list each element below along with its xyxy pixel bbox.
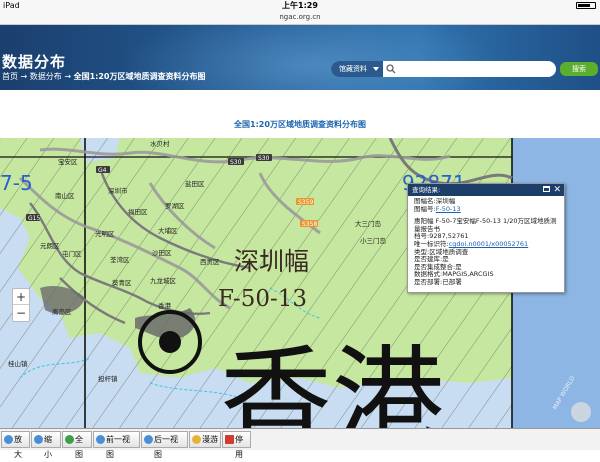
- place-label: 水贝村: [150, 139, 170, 148]
- search-button[interactable]: 搜索: [560, 62, 598, 76]
- svg-text:S358: S358: [302, 221, 317, 228]
- zoom-in-button[interactable]: +: [13, 289, 29, 305]
- search-category-select[interactable]: 馆藏资料: [331, 61, 383, 77]
- place-label: 离岛区: [52, 307, 72, 316]
- place-label: 宝安区: [58, 157, 78, 166]
- place-label: 桂山镇: [8, 359, 28, 368]
- place-label: 盐田区: [185, 179, 205, 188]
- place-label: 深圳市: [108, 186, 128, 195]
- popup-line: 图幅号:F-50-13: [414, 204, 461, 213]
- place-label: 南山区: [55, 191, 75, 200]
- breadcrumb-home[interactable]: 首页: [2, 72, 18, 81]
- zoom-out-icon: [34, 435, 43, 444]
- place-label: 葵青区: [112, 278, 132, 287]
- city-label-large: 香港: [220, 335, 444, 428]
- maximize-icon[interactable]: [543, 186, 550, 192]
- popup-body: 图幅名:深圳幅 图幅号:F-50-13 惠阳幅 F-50-7宝安幅F-50-13…: [408, 196, 564, 289]
- place-label: 大三门岛: [355, 219, 381, 228]
- content-header: [0, 90, 600, 138]
- close-icon[interactable]: ✕: [553, 184, 561, 196]
- breadcrumb: 首页 → 数据分布 → 全国1:20万区域地质调查资料分布图: [2, 71, 206, 82]
- sheet-code-link[interactable]: F-50-13: [436, 205, 461, 213]
- stop-icon: [225, 435, 234, 444]
- place-label: 九龙城区: [150, 276, 177, 285]
- svg-text:S30: S30: [258, 155, 270, 162]
- full-extent-button[interactable]: 全图: [62, 431, 92, 459]
- zoom-out-tool-button[interactable]: 缩小: [31, 431, 61, 459]
- map-toolbar: 放大 缩小 全图 前一视图 后一视图 漫游 停用: [0, 428, 600, 459]
- pan-button[interactable]: 漫游: [189, 431, 221, 448]
- capital-dot: [159, 331, 181, 353]
- zoom-in-icon: [4, 435, 13, 444]
- zoom-out-button[interactable]: −: [13, 305, 29, 321]
- map-title: 全国1:20万区域地质调查资料分布图: [234, 120, 366, 129]
- svg-text:G15: G15: [28, 215, 40, 222]
- chevron-down-icon: [373, 67, 379, 71]
- site-header: 数据分布 首页 → 数据分布 → 全国1:20万区域地质调查资料分布图 馆藏资料…: [0, 25, 600, 90]
- globe-icon: [65, 435, 74, 444]
- breadcrumb-separator: →: [61, 72, 74, 81]
- place-label: 荃湾区: [110, 255, 130, 264]
- zoom-in-tool-button[interactable]: 放大: [1, 431, 30, 459]
- place-label: 小三门岛: [360, 236, 386, 245]
- place-label: 光明区: [95, 229, 115, 238]
- place-label: 西贡区: [200, 258, 220, 266]
- battery-icon: [576, 2, 596, 9]
- breadcrumb-separator: →: [18, 72, 30, 81]
- pan-icon: [192, 435, 201, 444]
- popup-header: 查询结果: ✕: [408, 184, 564, 196]
- popup-line: 是否部署:已部署: [414, 277, 462, 286]
- place-label: 香港: [158, 301, 172, 310]
- place-label: 福田区: [128, 207, 148, 216]
- address-bar[interactable]: ngac.org.cn: [0, 11, 600, 25]
- svg-text:G4: G4: [98, 167, 107, 174]
- sheet-name-label: 深圳幅: [234, 247, 309, 276]
- breadcrumb-current: 全国1:20万区域地质调查资料分布图: [73, 72, 206, 81]
- back-view-icon: [96, 435, 105, 444]
- search-box: 馆藏资料: [331, 61, 556, 77]
- logo-badge: [571, 402, 591, 422]
- place-label: 屯门区: [62, 249, 82, 258]
- site-title: 数据分布: [2, 53, 67, 71]
- search-input[interactable]: [399, 62, 549, 76]
- svg-text:S359: S359: [298, 199, 313, 206]
- query-result-popup: 查询结果: ✕ 图幅名:深圳幅 图幅号:F-50-13 惠阳幅 F-50-7宝安…: [407, 183, 565, 293]
- svg-text:S30: S30: [230, 159, 242, 166]
- place-label: 沙田区: [152, 249, 172, 257]
- ios-status-bar: iPad 上午1:29: [0, 0, 600, 11]
- clock: 上午1:29: [282, 1, 318, 10]
- place-label: 大埔区: [158, 226, 178, 235]
- place-label: 担杆镇: [98, 374, 118, 383]
- stop-button[interactable]: 停用: [222, 431, 251, 459]
- next-view-button[interactable]: 后一视图: [141, 431, 188, 459]
- previous-view-button[interactable]: 前一视图: [93, 431, 140, 459]
- edge-number-left: 7‑5: [0, 171, 33, 195]
- place-label: 罗湖区: [165, 201, 185, 210]
- map-zoom-control: + −: [12, 288, 30, 322]
- breadcrumb-data-distribution[interactable]: 数据分布: [30, 72, 62, 81]
- sheet-code-label: F-50-13: [218, 286, 307, 312]
- forward-view-icon: [144, 435, 153, 444]
- place-label: 元朗区: [40, 241, 60, 250]
- popup-title: 查询结果:: [412, 186, 441, 194]
- search-icon: [386, 64, 396, 74]
